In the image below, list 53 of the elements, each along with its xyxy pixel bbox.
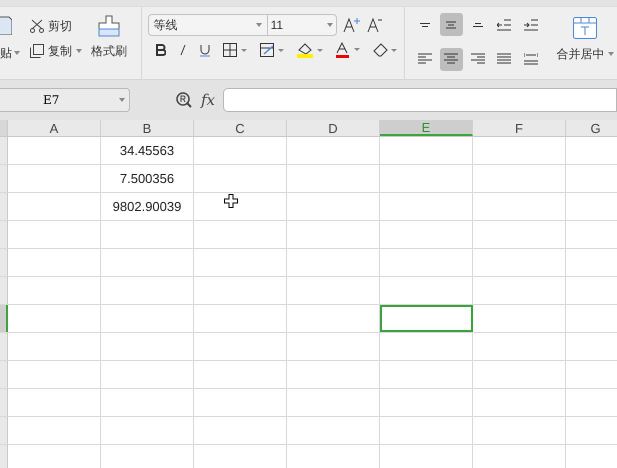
column-header[interactable]: A: [8, 120, 101, 136]
selected-cell[interactable]: [380, 305, 473, 332]
table-cell: 9802.90039: [101, 193, 194, 220]
distribute-icon: [524, 52, 538, 66]
cell-style-icon[interactable]: [260, 43, 284, 57]
fill-color-icon[interactable]: [296, 42, 323, 58]
caret-icon: [256, 23, 262, 27]
copy-icon: [30, 44, 44, 58]
function-label[interactable]: fx: [201, 88, 216, 112]
bold-icon[interactable]: [156, 44, 166, 56]
cursor-icon: [224, 194, 238, 208]
cut-button[interactable]: 剪切: [30, 17, 86, 35]
zoom-icon[interactable]: [176, 92, 192, 108]
align-bottom-icon: [472, 22, 483, 26]
caret-icon: [119, 98, 125, 102]
merge-cells-icon: [573, 17, 597, 39]
underline-icon[interactable]: [200, 44, 210, 56]
scissors-icon: [30, 19, 44, 33]
paste-button[interactable]: 贴: [0, 44, 20, 62]
table-cell: 7.500356: [101, 165, 194, 192]
name-box[interactable]: E7: [0, 88, 130, 112]
justify-icon: [497, 52, 512, 66]
formula-input[interactable]: [223, 88, 617, 112]
font-color-icon[interactable]: [336, 42, 360, 58]
align-center-button[interactable]: [440, 48, 463, 70]
grow-font-icon[interactable]: [342, 17, 361, 33]
eraser-icon[interactable]: [372, 43, 397, 57]
italic-icon[interactable]: [178, 44, 187, 56]
merge-center-button[interactable]: 合并居中: [553, 13, 617, 79]
column-header[interactable]: B: [101, 120, 194, 136]
caret-icon: [326, 23, 333, 27]
shrink-font-icon[interactable]: [366, 17, 383, 33]
borders-icon[interactable]: [222, 43, 247, 57]
increase-indent-icon: [524, 18, 538, 32]
clipboard-icon[interactable]: [0, 15, 12, 35]
align-center-icon: [444, 52, 458, 66]
font-family-select[interactable]: 等线: [148, 14, 268, 36]
column-header[interactable]: C: [194, 120, 287, 136]
decrease-indent-icon: [497, 18, 512, 32]
align-middle-button[interactable]: [440, 13, 463, 36]
align-top-icon: [420, 22, 430, 26]
font-size-select[interactable]: 11: [266, 14, 337, 36]
align-right-icon: [470, 52, 485, 66]
caret-icon: [14, 51, 20, 55]
copy-button[interactable]: 复制: [30, 42, 86, 60]
align-left-icon: [418, 52, 432, 66]
column-header[interactable]: F: [473, 120, 566, 136]
format-painter-button[interactable]: 格式刷: [86, 7, 132, 79]
table-cell: 34.45563: [101, 137, 194, 164]
brush-icon: [97, 15, 121, 37]
column-header[interactable]: G: [566, 120, 617, 136]
caret-icon: [608, 52, 614, 56]
caret-icon: [76, 49, 82, 53]
